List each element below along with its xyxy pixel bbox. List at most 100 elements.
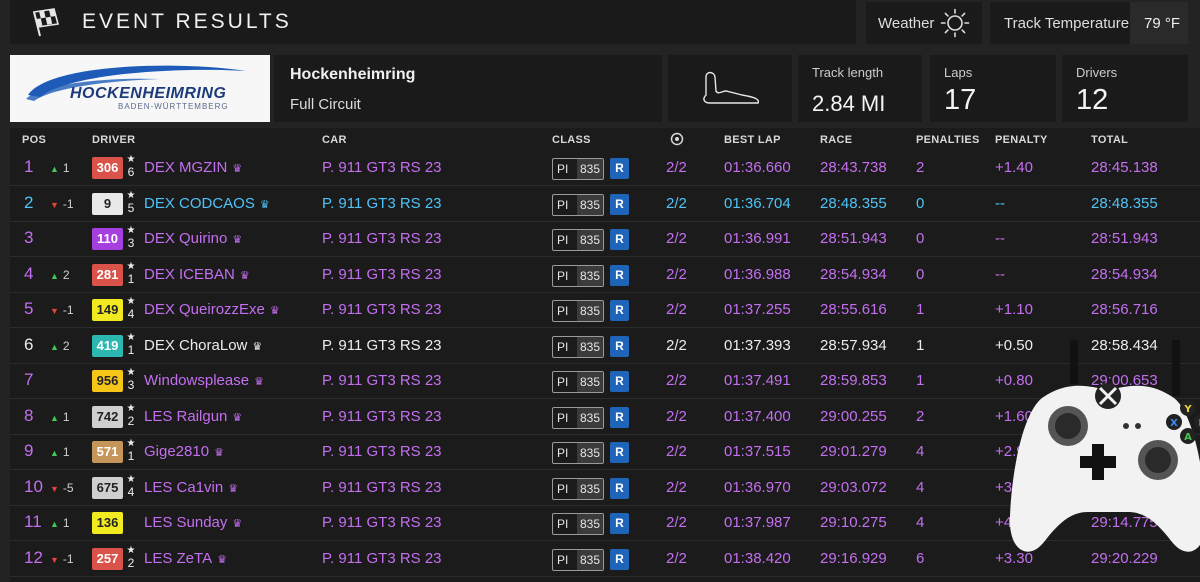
driver-rating-badge: 9 [92,192,123,215]
driver-name[interactable]: DEX QueirozzExe ♛ [144,301,280,318]
position-change-value: 1 [62,516,70,530]
driver-name[interactable]: Windowsplease ♛ [144,372,264,389]
race-time: 28:54.934 [820,265,887,283]
track-logo-subtext: BADEN-WÜRTTEMBERG [118,102,229,111]
driver-name[interactable]: DEX ICEBAN ♛ [144,266,250,283]
position-change-value: -1 [62,303,74,317]
crown-icon: ♛ [214,447,224,459]
drivers-panel: Drivers 12 [1062,55,1188,122]
performance-index: PI 835 [552,513,604,535]
driver-name-text: DEX ICEBAN [144,265,235,283]
star-count: 6 [127,165,135,179]
class-badge: R [610,371,629,392]
track-map-icon [703,71,760,104]
driver-stars: ★ 4 [126,474,136,499]
position-change: ▲ 2 [50,339,70,353]
star-count: 1 [127,449,135,463]
total-time: 28:51.943 [1091,230,1158,247]
table-row[interactable]: 2 ▼ -1 9 ★ 5 DEX CODCAOS ♛ P. 911 GT3 RS 23 PI 835… [10,186,1200,222]
driver-name-text: DEX Quirino [144,230,228,247]
tire-icon[interactable] [670,132,684,146]
driver-name[interactable]: LES Ca1vin ♛ [144,479,238,496]
track-temperature-label: Track Temperature [1004,15,1130,32]
driver-name-text: LES Ca1vin [144,478,224,496]
class-badge: R [610,442,629,463]
col-total[interactable]: TOTAL [1091,134,1128,146]
driver-name[interactable]: LES Railgun ♛ [144,408,242,425]
pi-label: PI [557,410,569,425]
driver-name[interactable]: DEX MGZIN ♛ [144,159,242,176]
penalty-time: +1.40 [995,159,1033,176]
button-a-label: A [1184,432,1192,443]
table-row[interactable]: 3 110 ★ 3 DEX Quirino ♛ P. 911 GT3 RS 23 PI 835 R… [10,221,1200,257]
penalties-count: 4 [916,443,925,460]
col-class[interactable]: CLASS [552,134,591,146]
penalties-count: 4 [916,514,925,531]
race-time: 28:55.616 [820,301,887,318]
driver-rating-badge: 675 [92,476,123,499]
car-name: P. 911 GT3 RS 23 [322,230,442,247]
performance-index: PI 835 [552,406,604,429]
driver-name-text: LES Sunday [144,514,228,531]
position: 1 [24,157,34,176]
col-penalty[interactable]: PENALTY [995,134,1048,146]
penalties-count: 0 [916,265,925,283]
track-logo: HOCKENHEIMRING BADEN-WÜRTTEMBERG [10,55,270,122]
position-change-value: 1 [62,161,70,175]
tire-stints: 2/2 [666,372,687,389]
col-driver[interactable]: DRIVER [92,134,135,146]
driver-name-text: DEX ChoraLow [144,336,248,354]
table-row[interactable]: 4 ▲ 2 281 ★ 1 DEX ICEBAN ♛ P. 911 GT3 RS 23 PI 835… [10,257,1200,293]
performance-index: PI 835 [552,229,604,251]
class-badge: R [610,193,629,215]
driver-name[interactable]: LES ZeTA ♛ [144,550,227,567]
position: 9 [24,441,34,460]
col-pos[interactable]: POS [22,134,46,146]
pi-label: PI [557,339,569,354]
pi-value: 835 [577,372,603,392]
class-badge: R [610,264,629,286]
star-icon: ★ [126,438,136,449]
driver-name[interactable]: Gige2810 ♛ [144,443,224,460]
tire-stints: 2/2 [666,407,687,425]
driver-name[interactable]: LES Sunday ♛ [144,514,242,531]
performance-index: PI 835 [552,477,604,500]
driver-stars: ★ 2 [126,545,136,569]
driver-stars [126,510,136,512]
table-row[interactable]: 1 ▲ 1 306 ★ 6 DEX MGZIN ♛ P. 911 GT3 RS 23 PI 835 R… [10,150,1200,186]
tire-stints: 2/2 [666,478,687,496]
driver-name[interactable]: DEX CODCAOS ♛ [144,195,270,212]
driver-name[interactable]: DEX Quirino ♛ [144,230,242,247]
star-count: 4 [127,484,135,499]
driver-name-text: DEX CODCAOS [144,194,255,212]
performance-index: PI 835 [552,193,604,216]
col-best-lap[interactable]: BEST LAP [724,134,781,146]
table-row[interactable]: 5 ▼ -1 149 ★ 4 DEX QueirozzExe ♛ P. 911 GT3 RS 2… [10,292,1200,328]
col-penalties[interactable]: PENALTIES [916,134,980,146]
best-lap: 01:37.515 [724,443,791,460]
star-icon: ★ [126,367,136,378]
pi-value: 835 [577,301,603,321]
driver-rating-badge: 571 [92,441,123,463]
star-count: 5 [127,200,135,215]
race-time: 28:59.853 [820,372,887,389]
driver-name[interactable]: DEX ChoraLow ♛ [144,337,262,354]
car-name: P. 911 GT3 RS 23 [322,407,442,425]
star-count: 3 [127,378,135,392]
best-lap: 01:37.255 [724,301,791,318]
star-icon: ★ [126,154,136,165]
track-length-label: Track length [812,65,884,80]
best-lap: 01:37.400 [724,407,791,425]
arrow-down-icon: ▼ [50,306,59,316]
penalties-count: 1 [916,372,925,389]
page-title: EVENT RESULTS [82,10,292,33]
position-change-value: -1 [62,551,74,566]
sun-icon [940,8,970,38]
total-time: 28:48.355 [1091,194,1158,212]
col-car[interactable]: CAR [322,134,347,146]
class-badge: R [610,335,629,357]
star-icon: ★ [126,260,136,272]
col-race[interactable]: RACE [820,134,852,146]
position: 4 [24,263,34,283]
driver-rating-badge: 281 [92,263,123,286]
